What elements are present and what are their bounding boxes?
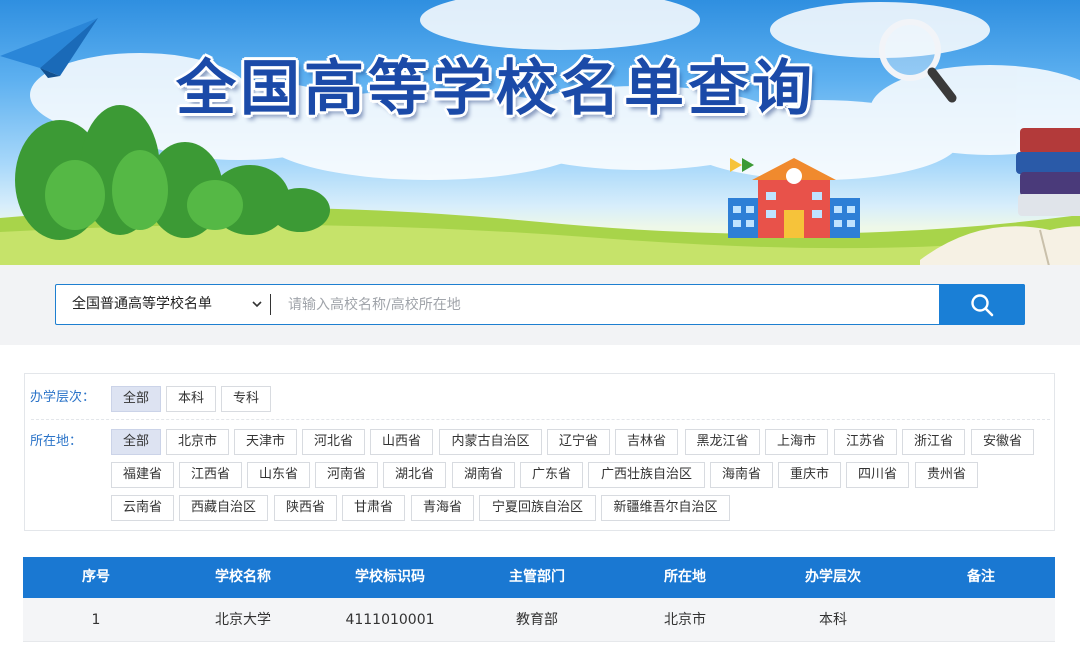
location-option[interactable]: 全部	[111, 429, 161, 455]
location-option[interactable]: 黑龙江省	[685, 429, 760, 455]
location-option[interactable]: 云南省	[111, 495, 174, 521]
location-option[interactable]: 西藏自治区	[179, 495, 268, 521]
cell-index: 1	[91, 612, 101, 628]
level-option-all[interactable]: 全部	[111, 386, 161, 412]
category-select[interactable]: 全国普通高等学校名单	[72, 285, 262, 324]
page-title: 全国高等学校名单查询	[176, 54, 816, 124]
search-icon	[971, 294, 994, 317]
location-option[interactable]: 江苏省	[834, 429, 897, 455]
location-option[interactable]: 辽宁省	[547, 429, 610, 455]
location-option[interactable]: 四川省	[846, 462, 909, 488]
column-header-authority: 主管部门	[509, 569, 565, 585]
column-header-level: 办学层次	[805, 569, 861, 585]
search-button[interactable]	[939, 284, 1025, 325]
search-divider	[270, 294, 271, 315]
category-select-value: 全国普通高等学校名单	[72, 296, 212, 312]
chevron-down-icon	[252, 301, 262, 308]
location-option[interactable]: 青海省	[411, 495, 474, 521]
location-option[interactable]: 广西壮族自治区	[588, 462, 705, 488]
column-header-index: 序号	[82, 569, 110, 585]
location-option[interactable]: 江西省	[179, 462, 242, 488]
results-table: 序号 学校名称 学校标识码 主管部门 所在地 办学层次 备注 1 北京大学 41…	[23, 557, 1055, 642]
cell-location: 北京市	[664, 612, 706, 628]
column-header-code: 学校标识码	[355, 569, 425, 585]
column-header-remarks: 备注	[967, 569, 995, 585]
search-input[interactable]	[288, 290, 928, 319]
level-option-undergraduate[interactable]: 本科	[166, 386, 216, 412]
level-filter-label: 办学层次：	[30, 390, 96, 405]
location-option[interactable]: 甘肃省	[342, 495, 405, 521]
location-option[interactable]: 宁夏回族自治区	[479, 495, 596, 521]
cell-code: 4111010001	[345, 612, 435, 628]
location-option[interactable]: 吉林省	[615, 429, 678, 455]
cell-level: 本科	[819, 612, 847, 628]
header-banner: 全国高等学校名单查询	[0, 0, 1080, 265]
location-option[interactable]: 安徽省	[971, 429, 1034, 455]
location-option[interactable]: 广东省	[520, 462, 583, 488]
cell-remarks	[907, 598, 1055, 642]
location-option[interactable]: 新疆维吾尔自治区	[601, 495, 730, 521]
filter-panel: 办学层次： 全部 本科 专科 所在地： 全部 北京市 天津市 河北省 山西省 内…	[24, 373, 1055, 531]
filter-divider	[31, 419, 1050, 420]
location-option[interactable]: 内蒙古自治区	[439, 429, 542, 455]
table-header: 序号 学校名称 学校标识码 主管部门 所在地 办学层次 备注	[23, 557, 1055, 598]
column-header-name: 学校名称	[215, 569, 271, 585]
table-row[interactable]: 1 北京大学 4111010001 教育部 北京市 本科	[23, 598, 1055, 642]
location-option[interactable]: 陕西省	[274, 495, 337, 521]
location-option[interactable]: 海南省	[710, 462, 773, 488]
location-option[interactable]: 山东省	[247, 462, 310, 488]
cell-authority: 教育部	[516, 612, 558, 628]
location-option[interactable]: 贵州省	[915, 462, 978, 488]
location-option[interactable]: 天津市	[234, 429, 297, 455]
location-option[interactable]: 北京市	[166, 429, 229, 455]
location-option[interactable]: 湖北省	[383, 462, 446, 488]
location-option[interactable]: 重庆市	[778, 462, 841, 488]
level-option-junior-college[interactable]: 专科	[221, 386, 271, 412]
location-option[interactable]: 湖南省	[452, 462, 515, 488]
search-bar: 全国普通高等学校名单	[55, 284, 1025, 325]
location-filter-label: 所在地：	[30, 434, 83, 449]
location-option[interactable]: 上海市	[765, 429, 828, 455]
location-option[interactable]: 山西省	[370, 429, 433, 455]
location-option[interactable]: 浙江省	[902, 429, 965, 455]
location-option[interactable]: 福建省	[111, 462, 174, 488]
location-option[interactable]: 河北省	[302, 429, 365, 455]
location-option[interactable]: 河南省	[315, 462, 378, 488]
cell-name: 北京大学	[215, 612, 271, 628]
column-header-location: 所在地	[664, 569, 706, 585]
